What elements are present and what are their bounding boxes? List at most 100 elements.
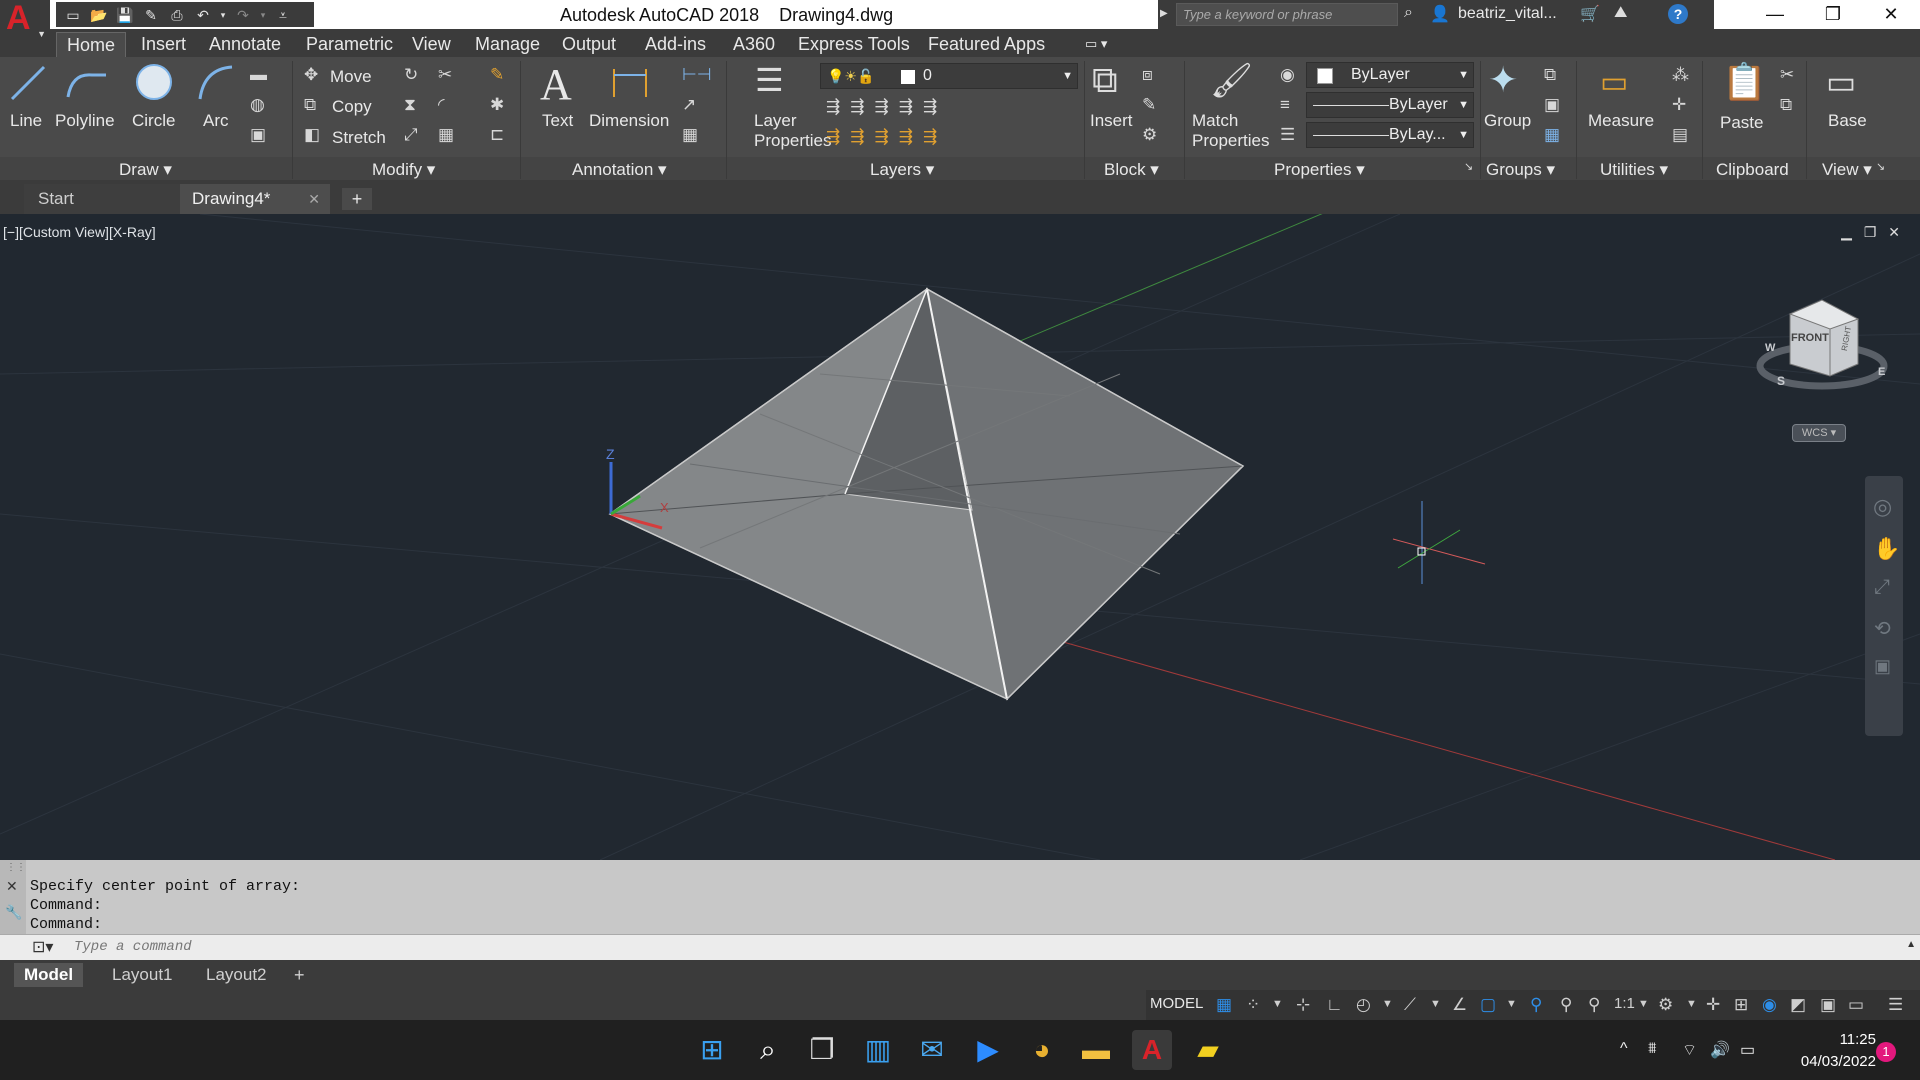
chevron-down-icon[interactable]: ▼ [1272, 998, 1283, 1010]
tab-parametric[interactable]: Parametric [306, 32, 393, 57]
panel-launcher-icon[interactable]: ↘ [1876, 160, 1885, 173]
object-snap-icon[interactable]: ▢ [1480, 995, 1496, 1015]
insert-button[interactable]: Insert [1090, 111, 1133, 131]
viewcube-front-label[interactable]: FRONT [1791, 332, 1829, 344]
doc-tab-start[interactable]: Start [24, 184, 180, 214]
chevron-down-icon[interactable]: ▼ [1686, 998, 1697, 1010]
search-icon[interactable]: ⌕ [748, 1030, 788, 1070]
table-icon[interactable]: ▦ [682, 125, 698, 145]
restore-button[interactable]: ❐ [1804, 0, 1862, 29]
showmotion-icon[interactable]: ▣ [1874, 656, 1891, 677]
layer-tools-row1-icon[interactable]: ⇶⇶⇶⇶⇶ [826, 97, 947, 117]
close-icon[interactable]: ✕ [308, 184, 320, 214]
minimize-button[interactable]: — [1746, 0, 1804, 29]
cut-icon[interactable]: ✂ [1780, 65, 1794, 85]
save-icon[interactable]: 💾 [114, 5, 136, 25]
workspace-gear-icon[interactable]: ⚙ [1658, 995, 1673, 1015]
doc-tab-drawing4[interactable]: Drawing4* ✕ [180, 184, 330, 214]
zoom-extents-icon[interactable]: ⤢ [1874, 576, 1890, 599]
tab-featured-apps[interactable]: Featured Apps [928, 32, 1045, 57]
line-button[interactable]: Line [10, 111, 42, 131]
grid-display-icon[interactable]: ▦ [1216, 995, 1232, 1015]
calculator-icon[interactable]: ▤ [1672, 125, 1688, 145]
clean-screen-icon[interactable]: ▣ [1820, 995, 1836, 1015]
tab-view[interactable]: View [412, 32, 451, 57]
undo-dropdown-icon[interactable]: ▾ [218, 5, 228, 25]
customize-qat-icon[interactable]: ⩡ [272, 5, 294, 25]
panel-draw-title[interactable]: Draw ▾ [119, 160, 172, 180]
id-point-icon[interactable]: ✛ [1672, 95, 1686, 115]
group-select-icon[interactable]: ▦ [1544, 125, 1560, 145]
quick-select-icon[interactable]: ⁂ [1672, 65, 1689, 85]
save-as-icon[interactable]: ✎ [140, 5, 162, 25]
new-tab-button[interactable]: + [342, 188, 372, 210]
viewport-close-icon[interactable]: ✕ [1888, 224, 1900, 240]
move-button[interactable]: Move [330, 67, 372, 87]
windows-start-icon[interactable]: ⊞ [692, 1030, 732, 1070]
hatch-icon[interactable]: ◍ [250, 95, 265, 115]
polar-tracking-icon[interactable]: ◴ [1356, 995, 1371, 1015]
viewport-minimize-icon[interactable]: ▁ [1841, 224, 1852, 240]
arc-button[interactable]: Arc [203, 111, 229, 131]
group-edit-icon[interactable]: ▣ [1544, 95, 1560, 115]
annotation-scale-value[interactable]: 1:1 [1614, 995, 1635, 1012]
widgets-icon[interactable]: ▥ [858, 1030, 898, 1070]
application-menu-button[interactable]: A ▼ [0, 0, 50, 40]
help-icon[interactable]: ? [1668, 4, 1688, 24]
layer-properties-button[interactable]: Layer Properties [754, 111, 831, 151]
viewport-controls-label[interactable]: [−][Custom View][X-Ray] [3, 224, 156, 240]
tab-annotate[interactable]: Annotate [209, 32, 281, 57]
battery-icon[interactable]: ▭ [1740, 1040, 1755, 1060]
tab-layout1[interactable]: Layout1 [102, 963, 183, 987]
close-icon[interactable]: ✕ [6, 878, 18, 895]
text-button[interactable]: Text [542, 111, 573, 131]
notification-badge[interactable]: 1 [1876, 1042, 1896, 1062]
graphics-performance-icon[interactable]: ◩ [1790, 995, 1806, 1015]
user-name[interactable]: beatriz_vital... [1458, 5, 1557, 23]
tray-overflow-icon[interactable]: ^ [1620, 1040, 1628, 1058]
wcs-menu[interactable]: WCS ▾ [1792, 424, 1846, 442]
orbit-icon[interactable]: ⟲ [1874, 616, 1891, 641]
block-attributes-icon[interactable]: ⚙ [1142, 125, 1157, 145]
panel-clipboard-title[interactable]: Clipboard [1716, 160, 1789, 180]
task-view-icon[interactable]: ❐ [802, 1030, 842, 1070]
polyline-button[interactable]: Polyline [55, 111, 115, 131]
mirror-icon[interactable]: ⧗ [404, 95, 416, 115]
expand-search-icon[interactable]: ▶ [1160, 8, 1168, 19]
scale-icon[interactable]: ⤢ [404, 125, 418, 145]
command-prompt-icon[interactable]: ⊡▾ [32, 937, 53, 957]
file-explorer-icon[interactable]: ▬ [1076, 1030, 1116, 1070]
ortho-icon[interactable]: ∟ [1326, 995, 1343, 1015]
boundary-icon[interactable]: ▣ [250, 125, 266, 145]
sticky-notes-icon[interactable]: ▰ [1188, 1030, 1228, 1070]
create-block-icon[interactable]: ⧈ [1142, 65, 1153, 85]
paste-button[interactable]: Paste [1720, 113, 1763, 133]
tab-insert[interactable]: Insert [141, 32, 186, 57]
redo-dropdown-icon[interactable]: ▾ [258, 5, 268, 25]
autocad-taskbar-icon[interactable]: A [1132, 1030, 1172, 1070]
open-file-icon[interactable]: 📂 [88, 5, 110, 25]
measure-button[interactable]: Measure [1588, 111, 1654, 131]
array-icon[interactable]: ▦ [438, 125, 454, 145]
close-button[interactable]: ✕ [1862, 0, 1920, 29]
compass-west-label[interactable]: W [1765, 342, 1775, 354]
tab-home[interactable]: Home [56, 32, 127, 57]
snap-mode-icon[interactable]: ⁘ [1246, 995, 1260, 1015]
panel-groups-title[interactable]: Groups ▾ [1486, 160, 1555, 180]
new-file-icon[interactable]: ▭ [62, 5, 84, 25]
binoculars-icon[interactable]: ⌕ [1404, 4, 1413, 22]
wrench-icon[interactable]: 🔧 [5, 904, 22, 921]
leader-icon[interactable]: ↗ [682, 95, 696, 115]
infer-constraints-icon[interactable]: ⊹ [1296, 995, 1310, 1015]
viewport-restore-icon[interactable]: ❐ [1864, 224, 1877, 240]
model-viewport[interactable]: [−][Custom View][X-Ray] ▁ ❐ ✕ Z X FRONT … [0, 214, 1920, 860]
layer-tools-row2-icon[interactable]: ⇶⇶⇶⇶⇶ [826, 127, 947, 147]
undo-icon[interactable]: ↶ [192, 5, 214, 25]
a360-icon[interactable]: ⛰ [1614, 4, 1627, 22]
linetype-dropdown[interactable]: ByLayer ▼ [1306, 92, 1474, 118]
chevron-down-icon[interactable]: ▼ [1506, 998, 1517, 1010]
tab-a360[interactable]: A360 [733, 32, 775, 57]
clock-time[interactable]: 11:25 [1796, 1031, 1876, 1048]
rotate-icon[interactable]: ↻ [404, 65, 418, 85]
tab-output[interactable]: Output [562, 32, 616, 57]
